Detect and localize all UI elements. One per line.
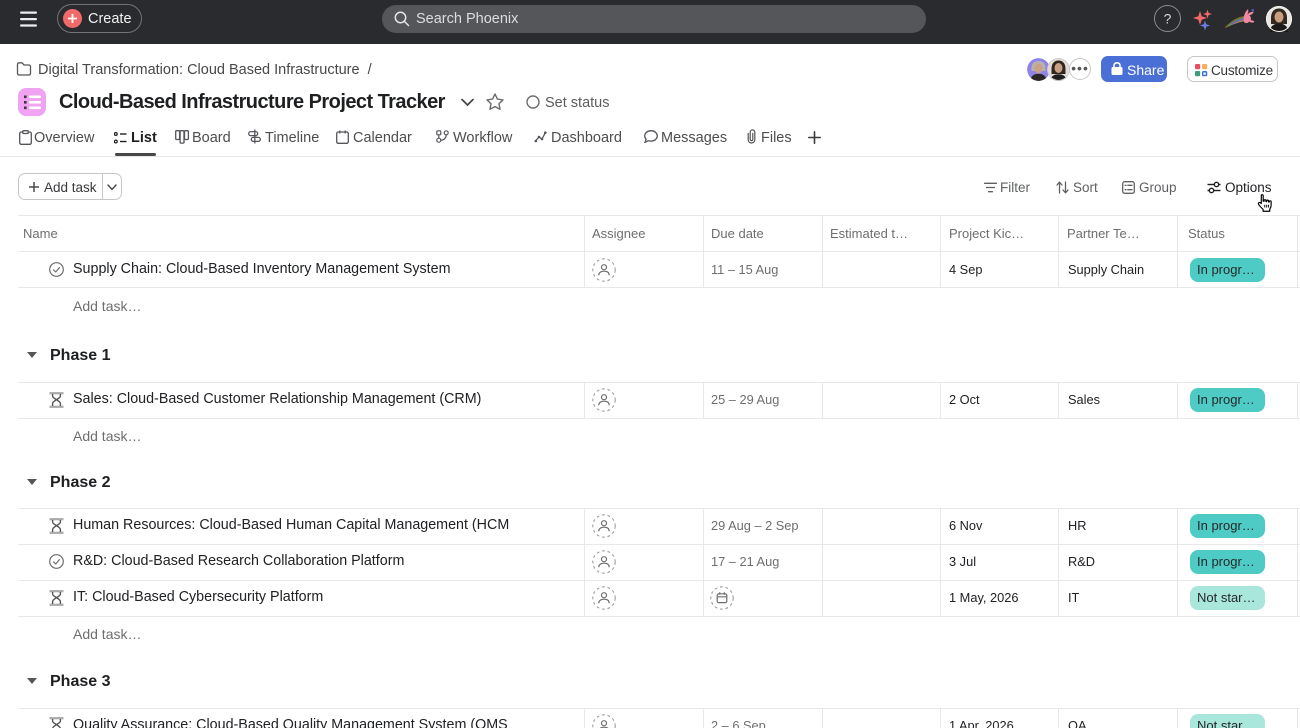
svg-text:?: ?	[1164, 11, 1172, 27]
